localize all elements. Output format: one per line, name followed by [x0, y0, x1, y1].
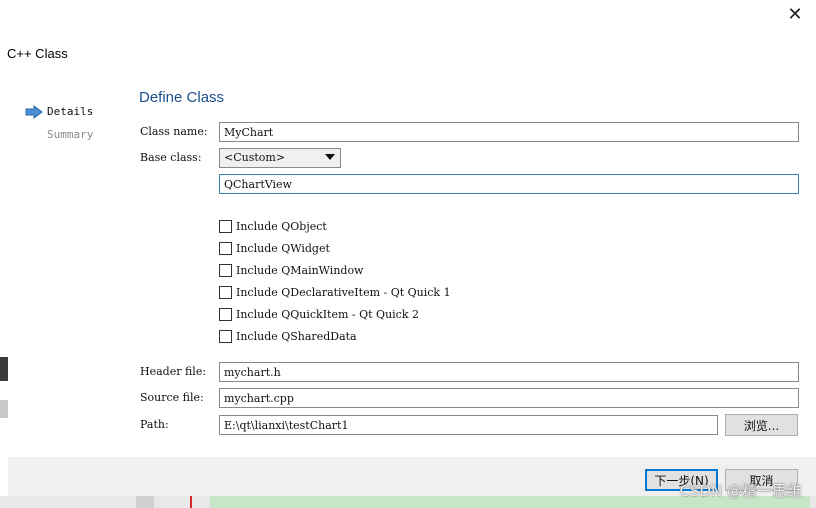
background-window-edge	[0, 357, 8, 381]
checkbox-box[interactable]	[219, 285, 232, 299]
background-gutter	[136, 496, 154, 508]
include-qquickitem-checkbox[interactable]: Include QQuickItem - Qt Quick 2	[219, 306, 419, 322]
include-qwidget-checkbox[interactable]: Include QWidget	[219, 240, 330, 256]
checkbox-label: Include QObject	[236, 219, 327, 233]
background-window-edge-light	[0, 400, 8, 418]
header-file-input[interactable]	[219, 362, 799, 382]
header-file-label: Header file:	[140, 365, 207, 378]
window-title: C++ Class	[7, 46, 68, 61]
close-button[interactable]: ✕	[780, 2, 810, 28]
checkbox-box[interactable]	[219, 263, 232, 277]
base-class-selected-value: <Custom>	[224, 151, 286, 164]
page-title: Define Class	[139, 89, 225, 106]
checkbox-label: Include QWidget	[236, 241, 330, 255]
checkbox-box[interactable]	[219, 307, 232, 321]
source-file-label: Source file:	[140, 391, 204, 404]
current-step-arrow-icon	[25, 105, 43, 119]
checkbox-box[interactable]	[219, 241, 232, 255]
custom-base-class-input[interactable]	[219, 174, 799, 194]
source-file-input[interactable]	[219, 388, 799, 408]
checkbox-label: Include QQuickItem - Qt Quick 2	[236, 307, 419, 321]
checkbox-box[interactable]	[219, 329, 232, 343]
step-summary: Summary	[47, 128, 94, 141]
include-qmainwindow-checkbox[interactable]: Include QMainWindow	[219, 262, 363, 278]
base-class-combo[interactable]: <Custom>	[219, 148, 341, 168]
checkbox-label: Include QMainWindow	[236, 263, 364, 277]
class-name-label: Class name:	[140, 125, 208, 138]
checkbox-label: Include QDeclarativeItem - Qt Quick 1	[236, 285, 451, 299]
class-name-input[interactable]	[219, 122, 799, 142]
watermark-text: CSDN @精一思维	[679, 482, 802, 500]
browse-button[interactable]: 浏览...	[725, 414, 798, 436]
background-marker-line	[190, 496, 192, 508]
checkbox-label: Include QSharedData	[236, 329, 357, 343]
base-class-label: Base class:	[140, 151, 202, 164]
checkbox-box[interactable]	[219, 219, 232, 233]
new-class-wizard-dialog: ✕ C++ Class Details Summary Define Class…	[0, 0, 816, 508]
include-qdeclarativeitem-checkbox[interactable]: Include QDeclarativeItem - Qt Quick 1	[219, 284, 451, 300]
step-details: Details	[47, 105, 94, 118]
include-qobject-checkbox[interactable]: Include QObject	[219, 218, 327, 234]
path-input[interactable]	[219, 415, 718, 435]
chevron-down-icon	[325, 154, 335, 160]
path-label: Path:	[140, 418, 169, 431]
include-qshareddata-checkbox[interactable]: Include QSharedData	[219, 328, 357, 344]
close-icon: ✕	[787, 4, 803, 25]
